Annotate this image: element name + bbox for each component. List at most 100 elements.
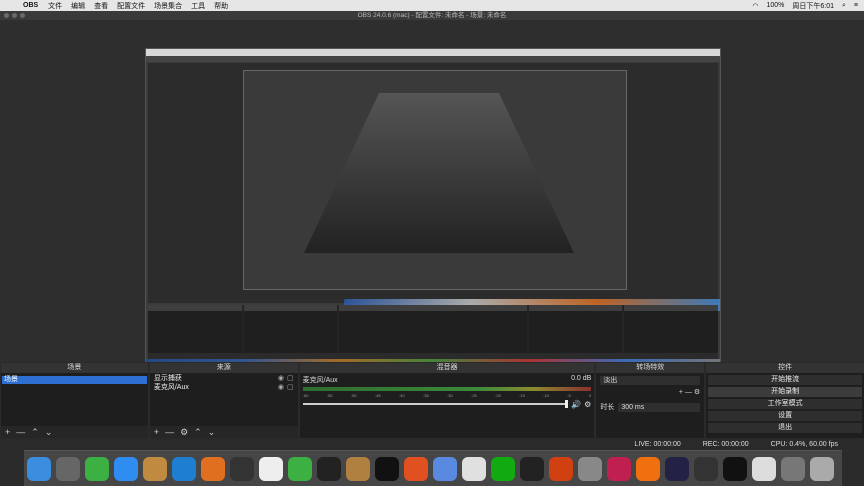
remove-transition-button[interactable]: —: [685, 389, 692, 396]
transitions-dock: 转场特效 淡出 + — ⚙ 时长 300 ms: [596, 363, 705, 438]
menu-help[interactable]: 帮助: [214, 1, 228, 11]
zoom-window-button[interactable]: [20, 13, 25, 18]
preview-icon[interactable]: [433, 456, 457, 481]
trash-icon[interactable]: [810, 456, 834, 481]
source-item-mic[interactable]: 麦克风/Aux ◉ ▢: [150, 382, 298, 391]
scene-item[interactable]: 场景: [2, 376, 147, 384]
meter-tick: -45: [374, 393, 381, 398]
recursive-preview-image: [145, 48, 721, 376]
battery-label[interactable]: 100%: [766, 2, 784, 9]
add-source-button[interactable]: +: [154, 427, 159, 437]
duration-row: 时长 300 ms: [596, 399, 704, 415]
mixer-channel-name: 麦克风/Aux: [302, 377, 338, 384]
app-menu[interactable]: OBS: [23, 2, 38, 9]
mixer-dock: 混音器 麦克风/Aux 0.0 dB -60 -55 -50 -45 -40 -35 -30…: [299, 363, 595, 438]
clock[interactable]: 周日下午6:01: [792, 1, 834, 11]
photos-icon[interactable]: [781, 456, 805, 481]
meter-scale: -60 -55 -50 -45 -40 -35 -30 -25 -20 -15 -10 -5 0: [302, 393, 592, 398]
gear-icon[interactable]: ⚙: [694, 388, 700, 396]
menu-view[interactable]: 查看: [94, 1, 108, 11]
dock-panels: 场景 场景 + — ⌃ ⌄ 来源 显示捕获 ◉ ▢ 麦克风/Aux ◉ ▢ + — …: [0, 362, 864, 438]
mixer-dock-title: 混音器: [299, 363, 595, 373]
obs2-icon[interactable]: [694, 456, 718, 481]
settings-button[interactable]: 设置: [708, 411, 862, 421]
mac-dock: [24, 450, 842, 486]
studio-mode-button[interactable]: 工作室模式: [708, 399, 862, 409]
launchpad-icon[interactable]: [56, 456, 80, 481]
menu-list-icon[interactable]: ≡: [854, 2, 858, 9]
screen-icon[interactable]: [723, 456, 747, 481]
meter-tick: -40: [398, 393, 405, 398]
vscode-icon[interactable]: [172, 456, 196, 481]
menu-file[interactable]: 文件: [48, 1, 62, 11]
window-controls: [4, 13, 25, 18]
activity-icon[interactable]: [317, 456, 341, 481]
finder-icon[interactable]: [27, 456, 51, 481]
move-up-icon[interactable]: ⌃: [31, 427, 39, 438]
wechat-icon[interactable]: [288, 456, 312, 481]
add-transition-button[interactable]: +: [679, 389, 683, 396]
volume-slider[interactable]: [302, 400, 569, 408]
remove-scene-button[interactable]: —: [16, 427, 25, 437]
lock-icon[interactable]: ▢: [287, 383, 294, 391]
start-streaming-button[interactable]: 开始推流: [708, 375, 862, 385]
meter-tick: -25: [470, 393, 477, 398]
add-scene-button[interactable]: +: [5, 427, 10, 437]
facetime-icon[interactable]: [85, 456, 109, 481]
source-label: 麦克风/Aux: [153, 383, 189, 391]
move-up-icon[interactable]: ⌃: [194, 427, 202, 438]
mixer-db-value: 0.0 dB: [571, 375, 592, 382]
intellij-icon[interactable]: [607, 456, 631, 481]
status-bar: LIVE: 00:00:00 REC: 00:00:00 CPU: 0.4%, …: [0, 438, 864, 450]
menu-scene-collection[interactable]: 场景集合: [154, 1, 182, 11]
firefox-icon[interactable]: [404, 456, 428, 481]
close-window-button[interactable]: [4, 13, 9, 18]
rec-timer: REC: 00:00:00: [702, 440, 749, 448]
vlc-icon[interactable]: [636, 456, 660, 481]
wifi-icon[interactable]: ◠: [752, 2, 758, 10]
qq-icon[interactable]: [375, 456, 399, 481]
archive-icon[interactable]: [346, 456, 370, 481]
obs-icon[interactable]: [520, 456, 544, 481]
scenes-dock: 场景 场景 + — ⌃ ⌄: [1, 363, 148, 438]
move-down-icon[interactable]: ⌄: [208, 427, 216, 438]
meter-tick: -60: [302, 393, 309, 398]
window-titlebar: OBS 24.0.6 (mac) - 配置文件: 未命名 - 场景: 未命名: [0, 11, 864, 20]
eye-icon[interactable]: ◉: [278, 383, 284, 391]
xcode-icon[interactable]: [549, 456, 573, 481]
messages-icon[interactable]: [114, 456, 138, 481]
chrome-icon[interactable]: [462, 456, 486, 481]
transition-select[interactable]: 淡出: [600, 376, 701, 385]
duration-input[interactable]: 300 ms: [618, 402, 701, 412]
textedit-icon[interactable]: [752, 456, 776, 481]
start-recording-button[interactable]: 开始录制: [708, 387, 862, 397]
lock-icon[interactable]: ▢: [287, 374, 294, 382]
preview-canvas[interactable]: [0, 20, 864, 376]
search-icon[interactable]: ⌕: [842, 2, 846, 10]
notes-icon[interactable]: [143, 456, 167, 481]
sysprefs-icon[interactable]: [578, 456, 602, 481]
meter-tick: -5: [567, 393, 571, 398]
quicktime-icon[interactable]: [665, 456, 689, 481]
sublime-icon[interactable]: [201, 456, 225, 481]
speaker-icon[interactable]: 🔊: [571, 400, 581, 409]
menu-profile[interactable]: 配置文件: [117, 1, 145, 11]
menu-bar: OBS 文件 编辑 查看 配置文件 场景集合 工具 帮助 ◠ 100% 周日下午…: [0, 0, 864, 11]
typora-icon[interactable]: [259, 456, 283, 481]
pycharm-icon[interactable]: [491, 456, 515, 481]
gear-icon[interactable]: ⚙: [180, 427, 188, 438]
minimize-window-button[interactable]: [12, 13, 17, 18]
cpu-fps: CPU: 0.4%, 60.00 fps: [770, 440, 838, 448]
exit-button[interactable]: 退出: [708, 423, 862, 433]
meter-tick: -15: [519, 393, 525, 398]
remove-source-button[interactable]: —: [165, 427, 174, 437]
duration-label: 时长: [600, 404, 615, 411]
meter-tick: 0: [589, 393, 592, 398]
gear-icon[interactable]: ⚙: [584, 400, 591, 409]
move-down-icon[interactable]: ⌄: [45, 427, 53, 438]
menu-edit[interactable]: 编辑: [71, 1, 85, 11]
menu-tools[interactable]: 工具: [191, 1, 205, 11]
terminal-icon[interactable]: [230, 456, 254, 481]
meter-tick: -30: [446, 393, 453, 398]
eye-icon[interactable]: ◉: [278, 374, 284, 382]
